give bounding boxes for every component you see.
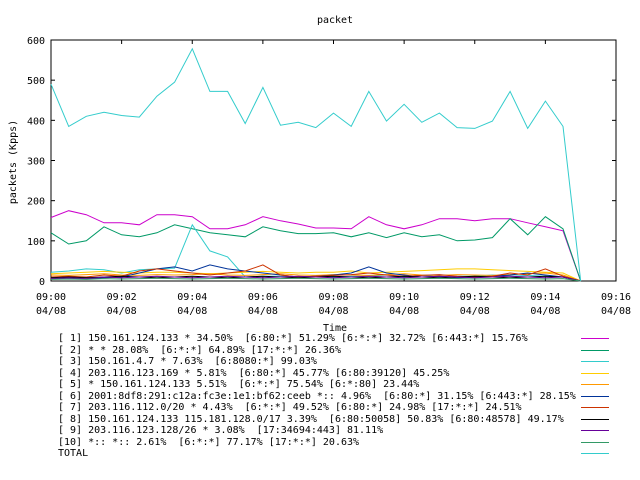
plot-frame [50, 39, 617, 282]
x-tick-label-time: 09:12 [460, 292, 490, 303]
x-tick-label-date: 04/08 [177, 306, 207, 317]
legend-swatch [581, 430, 609, 431]
legend-swatch [581, 453, 609, 454]
legend-swatch [581, 349, 609, 351]
chart-title: packet [317, 15, 353, 26]
x-tick-label-time: 09:08 [318, 292, 348, 303]
y-axis-label: packets (Kpps) [8, 120, 19, 204]
legend-swatch [581, 372, 609, 374]
legend-swatch [581, 407, 609, 408]
legend-label: [ 8] 150.161.124.133 115.181.128.0/17 3.… [58, 413, 564, 425]
y-tick-label: 400 [27, 116, 45, 127]
y-axis-ticks: 0 100 200 300 400 500 600 [27, 36, 616, 288]
legend-label: [ 3] 150.161.4.7 * 7.63% [6:8080:*] 99.0… [58, 356, 317, 367]
legend-entry: [ 9] 203.116.123.128/26 * 3.08% [17:3469… [58, 425, 628, 437]
legend-label: [ 9] 203.116.123.128/26 * 3.08% [17:3469… [58, 425, 384, 436]
x-tick-label-time: 09:04 [177, 292, 207, 303]
x-tick-label-date: 04/08 [248, 306, 278, 317]
x-tick-label-date: 04/08 [601, 306, 631, 317]
series-lines [50, 47, 582, 282]
x-tick-label-date: 04/08 [389, 306, 419, 317]
legend-label: [ 4] 203.116.123.169 * 5.81% [6:80:*] 45… [58, 367, 450, 379]
legend-entry: [ 8] 150.161.124.133 115.181.128.0/17 3.… [58, 414, 628, 426]
legend-label: [ 7] 203.116.112.0/20 * 4.43% [6:*:*] 49… [58, 402, 522, 413]
legend-entry: [ 4] 203.116.123.169 * 5.81% [6:80:*] 45… [58, 368, 628, 380]
legend-label: [ 1] 150.161.124.133 * 34.50% [6:80:*] 5… [58, 333, 528, 344]
x-tick-label-date: 04/08 [107, 306, 137, 317]
x-tick-label-date: 04/08 [530, 306, 560, 317]
legend-label: [10] *:: *:: 2.61% [6:*:*] 77.17% [17:*:… [58, 436, 360, 448]
legend-entry: [ 5] * 150.161.124.133 5.51% [6:*:*] 75.… [58, 379, 628, 391]
y-tick-label: 600 [27, 36, 45, 47]
x-tick-label-time: 09:16 [601, 292, 631, 303]
x-tick-label-time: 09:14 [530, 292, 560, 303]
y-tick-label: 500 [27, 76, 45, 87]
legend: [ 1] 150.161.124.133 * 34.50% [6:80:*] 5… [58, 333, 628, 460]
x-tick-label-time: 09:00 [36, 292, 66, 303]
legend-entry: [10] *:: *:: 2.61% [6:*:*] 77.17% [17:*:… [58, 437, 628, 449]
y-tick-label: 200 [27, 197, 45, 208]
x-tick-label-date: 04/08 [36, 306, 66, 317]
legend-label: [ 5] * 150.161.124.133 5.51% [6:*:*] 75.… [58, 379, 420, 390]
series-line [50, 47, 582, 282]
y-tick-label: 0 [39, 277, 45, 288]
y-tick-label: 300 [27, 157, 45, 168]
legend-entry: [ 7] 203.116.112.0/20 * 4.43% [6:*:*] 49… [58, 402, 628, 414]
legend-swatch [581, 418, 609, 420]
legend-entry: [ 6] 2001:8df8:291:c12a:fc3e:1e1:bf62:ce… [58, 391, 628, 403]
legend-swatch [581, 384, 609, 385]
x-tick-label-time: 09:10 [389, 292, 419, 303]
legend-label: TOTAL [58, 448, 89, 459]
legend-entry: [ 3] 150.161.4.7 * 7.63% [6:8080:*] 99.0… [58, 356, 628, 368]
y-tick-label: 100 [27, 237, 45, 248]
legend-entry: TOTAL [58, 448, 628, 460]
legend-entry: [ 2] * * 28.08% [6:*:*] 64.89% [17:*:*] … [58, 345, 628, 357]
legend-swatch [581, 361, 609, 362]
x-tick-label-time: 09:02 [107, 292, 137, 303]
legend-label: [ 2] * * 28.08% [6:*:*] 64.89% [17:*:*] … [58, 344, 341, 356]
legend-swatch [581, 395, 609, 397]
legend-swatch [581, 441, 609, 443]
legend-entry: [ 1] 150.161.124.133 * 34.50% [6:80:*] 5… [58, 333, 628, 345]
x-tick-label-date: 04/08 [460, 306, 490, 317]
x-tick-label-date: 04/08 [318, 306, 348, 317]
legend-label: [ 6] 2001:8df8:291:c12a:fc3e:1e1:bf62:ce… [58, 390, 576, 402]
x-tick-label-time: 09:06 [248, 292, 278, 303]
legend-swatch [581, 338, 609, 339]
